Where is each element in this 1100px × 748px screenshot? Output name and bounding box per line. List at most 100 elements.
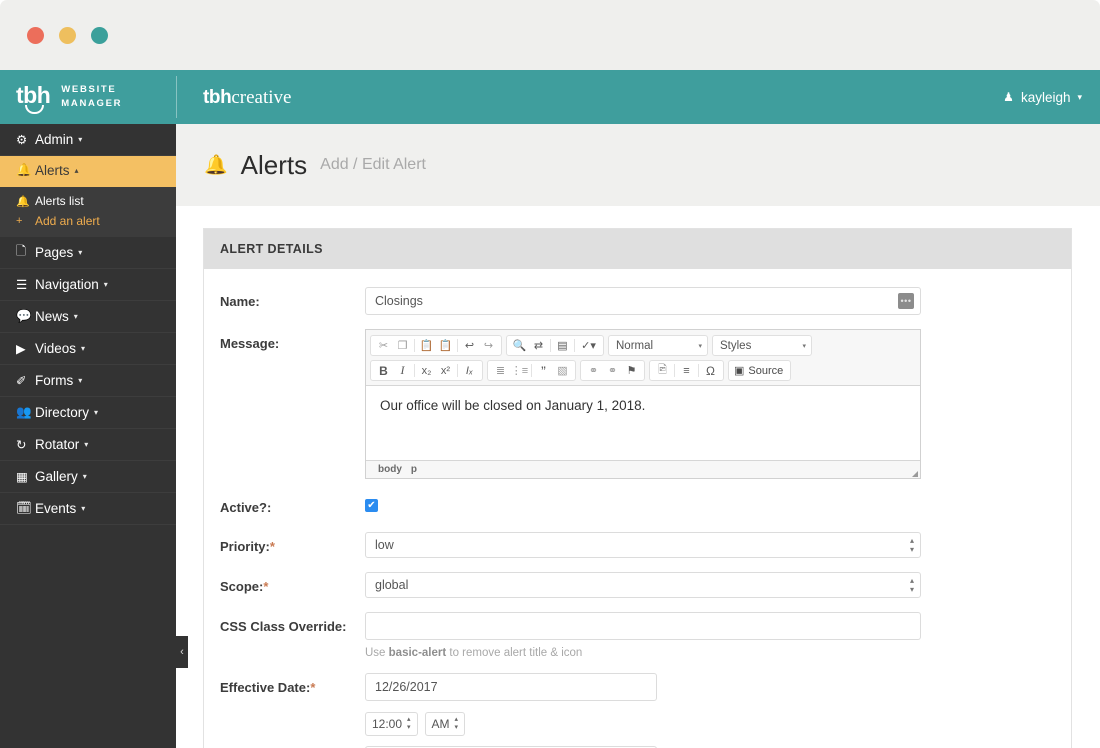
window-close-button[interactable] — [27, 26, 44, 44]
chevron-down-icon: ▾ — [802, 342, 806, 350]
element-path-body[interactable]: body — [378, 464, 402, 475]
field-row-priority: Priority:* low ▴ ▾ — [220, 531, 1055, 558]
sidebar-item-alerts[interactable]: 🔔 Alerts ▴ — [0, 155, 176, 187]
superscript-icon[interactable]: x² — [436, 362, 455, 379]
chevron-up-icon: ▴ — [74, 166, 79, 176]
insert-group: 🖻 ≡ Ω — [649, 360, 724, 381]
image-icon[interactable]: 🖻 — [653, 362, 672, 379]
editor-element-path: body p — [366, 461, 920, 478]
logo-wordmark: WEBSITE MANAGER — [61, 83, 122, 111]
sidebar-item-directory[interactable]: 👥 Directory ▾ — [0, 397, 176, 429]
create-div-icon[interactable]: ▧ — [553, 362, 572, 379]
chevron-down-icon: ▾ — [81, 504, 86, 513]
priority-select[interactable]: low ▴ ▾ — [365, 531, 921, 558]
list-icon: ☰ — [16, 278, 28, 292]
replace-icon[interactable]: ⇄ — [529, 337, 548, 354]
redo-icon[interactable]: ↪ — [479, 337, 498, 354]
sidebar-item-alerts-list[interactable]: 🔔 Alerts list — [0, 191, 176, 211]
spellcheck-icon[interactable]: ✓▾ — [577, 337, 600, 354]
link-icon[interactable]: ⚭ — [584, 362, 603, 379]
paragraph-format-select[interactable]: Normal ▾ — [608, 335, 708, 356]
numbered-list-icon[interactable]: ≣ — [491, 362, 510, 379]
sidebar-item-navigation[interactable]: ☰ Navigation ▾ — [0, 269, 176, 301]
sidebar-item-admin[interactable]: ⚙ Admin ▾ — [0, 124, 176, 156]
find-icon[interactable]: 🔍 — [510, 337, 529, 354]
effective-time-select[interactable]: 12:00 ▴ ▾ — [365, 711, 418, 736]
sidebar-item-forms[interactable]: ✐ Forms ▾ — [0, 365, 176, 397]
unlink-icon[interactable]: ⚭ — [603, 362, 622, 379]
chevron-down-icon: ▾ — [78, 248, 83, 257]
bulleted-list-icon[interactable]: ⋮≡ — [510, 362, 529, 379]
sidebar-subitem-label: Alerts list — [35, 194, 84, 208]
sidebar-item-label: Videos — [35, 341, 77, 356]
styles-select[interactable]: Styles ▾ — [712, 335, 812, 356]
divider — [414, 364, 415, 377]
effective-date-input[interactable]: 12/26/2017 — [365, 672, 657, 701]
sidebar-collapse-button[interactable]: ‹ — [176, 636, 188, 668]
paste-icon[interactable]: 📋 — [417, 337, 436, 354]
grip-icon[interactable]: ••• — [898, 293, 914, 309]
special-character-icon[interactable]: Ω — [701, 362, 720, 379]
name-input[interactable]: Closings ••• — [365, 287, 921, 315]
scope-select-value: global — [375, 577, 409, 592]
element-path-p[interactable]: p — [411, 464, 417, 475]
bell-icon: 🔔 — [16, 195, 30, 208]
smile-icon — [25, 104, 44, 114]
undo-icon[interactable]: ↩ — [460, 337, 479, 354]
sidebar-item-videos[interactable]: ▶ Videos ▾ — [0, 333, 176, 365]
editor-content-area[interactable]: Our office will be closed on January 1, … — [366, 385, 920, 461]
window-maximize-button[interactable] — [91, 26, 108, 44]
subscript-icon[interactable]: x₂ — [417, 362, 436, 379]
effective-time-row: 12:00 ▴ ▾ AM ▴ ▾ — [365, 711, 1055, 736]
calendar-icon: 🗓 — [16, 501, 32, 515]
cut-icon[interactable]: ✂ — [374, 337, 393, 354]
agency-logo[interactable]: tbhcreative — [203, 88, 291, 107]
sidebar-item-label: News — [35, 309, 69, 324]
sidebar-item-label: Events — [35, 501, 77, 516]
select-all-icon[interactable]: ▤ — [553, 337, 572, 354]
editor-toolbar-row-2: B I x₂ x² Iₓ ≣ ⋮≡ ” ▧ ⚭ ⚭ ⚑ 🖻 ≡ Ω ▣ Sour… — [370, 360, 916, 381]
effective-date-label: Effective Date:* — [220, 673, 365, 736]
active-checkbox[interactable]: ✔ — [365, 499, 378, 512]
blockquote-icon[interactable]: ” — [534, 362, 553, 379]
sidebar-item-news[interactable]: 💬 News ▾ — [0, 301, 176, 333]
anchor-icon[interactable]: ⚑ — [622, 362, 641, 379]
logo-mark: tbh — [16, 81, 51, 114]
window-minimize-button[interactable] — [59, 26, 76, 44]
bold-icon[interactable]: B — [374, 362, 393, 379]
resize-handle-icon[interactable] — [912, 471, 918, 477]
page-icon: 🗋 — [16, 244, 27, 258]
source-button[interactable]: ▣ Source — [728, 360, 792, 381]
scope-select[interactable]: global ▴ ▾ — [365, 571, 921, 598]
sidebar-item-add-an-alert[interactable]: + Add an alert — [0, 211, 176, 231]
css-override-input[interactable] — [365, 611, 921, 640]
sidebar-item-rotator[interactable]: ↻ Rotator ▾ — [0, 429, 176, 461]
priority-select-value: low — [375, 537, 394, 552]
sidebar-item-pages[interactable]: 🗋 Pages ▾ — [0, 237, 176, 269]
app-shell: ⚙ Admin ▾ 🔔 Alerts ▴ 🔔 Alerts list + Add… — [0, 124, 1100, 748]
divider — [457, 339, 458, 352]
divider — [414, 339, 415, 352]
effective-meridiem-select[interactable]: AM ▴ ▾ — [424, 711, 466, 736]
copy-icon[interactable]: ❐ — [393, 337, 412, 354]
remove-format-icon[interactable]: Iₓ — [460, 362, 479, 379]
panel-heading: ALERT DETAILS — [204, 229, 1071, 269]
sidebar-item-label: Forms — [35, 373, 74, 388]
field-row-name: Name: Closings ••• — [220, 287, 1055, 315]
user-menu[interactable]: ♟ kayleigh ▾ — [1003, 70, 1082, 124]
sidebar: ⚙ Admin ▾ 🔔 Alerts ▴ 🔔 Alerts list + Add… — [0, 124, 188, 748]
agency-logo-bold: tbh — [203, 86, 232, 108]
sidebar-item-events[interactable]: 🗓 Events ▾ — [0, 493, 176, 525]
italic-icon[interactable]: I — [393, 362, 412, 379]
brand-logo[interactable]: tbh WEBSITE MANAGER — [0, 70, 176, 124]
page-title: Alerts — [240, 149, 308, 180]
css-override-help: Use basic-alert to remove alert title & … — [365, 647, 1055, 659]
sidebar-item-label: Gallery — [35, 469, 78, 484]
sidebar-item-label: Directory — [35, 405, 90, 420]
rich-text-editor: ✂ ❐ 📋 📋 ↩ ↪ 🔍 ⇄ ▤ ✓▾ Normal ▾ Styles ▾ B… — [365, 329, 921, 479]
logo-mark-text: tbh — [16, 81, 51, 108]
horizontal-rule-icon[interactable]: ≡ — [677, 362, 696, 379]
sidebar-item-gallery[interactable]: ▦ Gallery ▾ — [0, 461, 176, 493]
main-content: 🔔 Alerts Add / Edit Alert ALERT DETAILS … — [176, 124, 1100, 748]
paste-as-text-icon[interactable]: 📋 — [436, 337, 455, 354]
